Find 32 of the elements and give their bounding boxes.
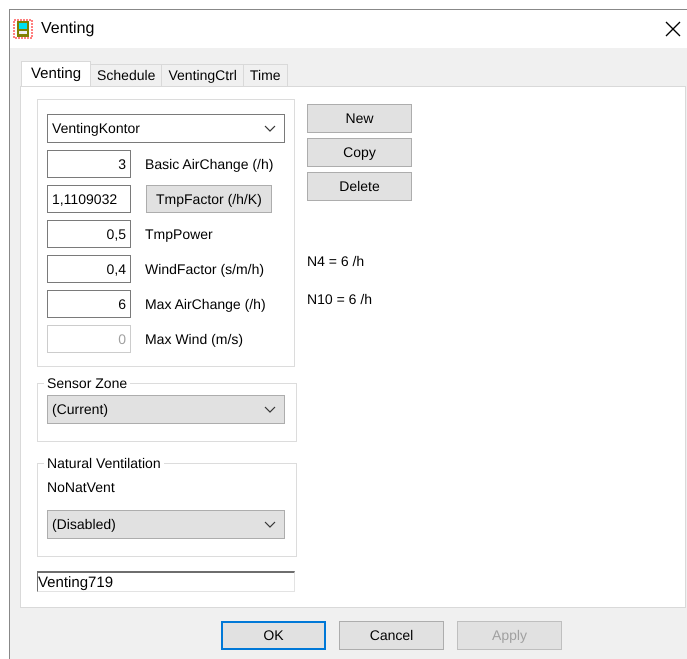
name-field[interactable]: Venting719 [37, 571, 295, 592]
value-field[interactable]: 0,5 [47, 220, 131, 248]
value-field[interactable]: 6 [47, 290, 131, 318]
factor-button[interactable]: TmpFactor (/h/K) [146, 185, 272, 213]
value-field[interactable]: 1,1109032 [47, 185, 131, 213]
field-label: Basic AirChange (/h) [145, 154, 274, 174]
field-label: Max Wind (m/s) [145, 330, 243, 349]
action-button[interactable]: Copy [307, 138, 412, 167]
value-field[interactable]: 3 [47, 150, 131, 178]
field-label: Max AirChange (/h) [145, 294, 266, 314]
chevron-icon [264, 520, 276, 528]
tab[interactable]: Time [242, 64, 288, 86]
air-change-readout: N4 = 6 /h [307, 252, 366, 270]
value-field[interactable]: 0,4 [47, 255, 131, 283]
ventilation-label: NoNatVent [47, 478, 116, 495]
profile-dropdown[interactable]: VentingKontor [47, 114, 285, 143]
window-title: Venting [41, 19, 94, 39]
tab[interactable]: Venting [21, 61, 92, 87]
tab[interactable]: VentingCtrl [161, 64, 244, 86]
chevron-icon [264, 124, 276, 132]
close-icon[interactable] [665, 21, 681, 37]
app-icon [13, 19, 33, 39]
ventilation-dropdown[interactable]: (Disabled) [47, 510, 285, 539]
field-label: TmpPower [145, 224, 213, 244]
dialog-button[interactable]: Cancel [339, 621, 444, 650]
field-label: WindFactor (s/m/h) [145, 260, 264, 279]
chevron-icon [264, 406, 276, 414]
sensor-zone-dropdown[interactable]: (Current) [47, 395, 285, 424]
action-button[interactable]: Delete [307, 172, 412, 201]
dialog-button[interactable]: OK [221, 621, 326, 650]
action-button[interactable]: New [307, 104, 412, 133]
air-change-readout: N10 = 6 /h [307, 290, 373, 308]
